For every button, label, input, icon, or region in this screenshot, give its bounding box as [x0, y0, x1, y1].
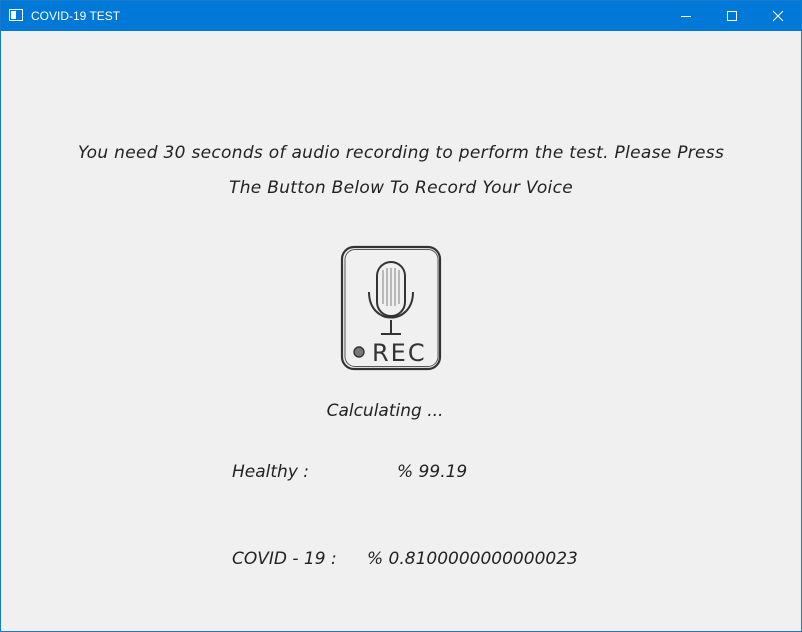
record-dot-icon — [353, 346, 365, 358]
minimize-icon — [681, 16, 691, 17]
healthy-value: % 99.19 — [397, 462, 468, 482]
app-window: COVID-19 TEST You need 30 seconds of aud… — [0, 0, 802, 632]
app-window-icon — [9, 9, 23, 21]
close-icon — [772, 10, 784, 22]
record-label: REC — [372, 339, 427, 367]
microphone-icon — [368, 261, 414, 335]
main-content: You need 30 seconds of audio recording t… — [1, 31, 801, 631]
covid-value: % 0.8100000000000023 — [367, 549, 578, 569]
record-button[interactable]: REC — [339, 244, 443, 374]
title-bar[interactable]: COVID-19 TEST — [1, 1, 801, 31]
close-button[interactable] — [755, 1, 801, 31]
covid-label: COVID - 19 : — [232, 549, 337, 569]
window-title: COVID-19 TEST — [31, 9, 121, 23]
instruction-line-2: The Button Below To Record Your Voice — [229, 178, 573, 198]
maximize-icon — [727, 11, 737, 21]
record-button-graphic: REC — [340, 245, 442, 371]
maximize-button[interactable] — [709, 1, 755, 31]
instruction-line-1: You need 30 seconds of audio recording t… — [77, 143, 725, 163]
healthy-label: Healthy : — [232, 462, 310, 482]
status-text: Calculating ... — [326, 401, 444, 421]
minimize-button[interactable] — [663, 1, 709, 31]
